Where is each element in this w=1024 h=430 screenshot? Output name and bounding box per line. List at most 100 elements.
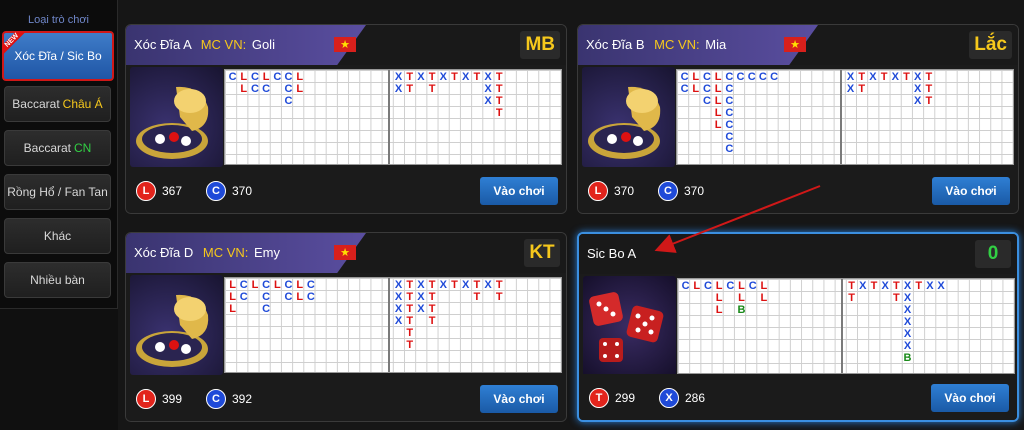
road-mark: B	[903, 352, 912, 364]
road-mark: C	[725, 107, 734, 119]
table-card-sic-bo-a[interactable]: Sic Bo A 0 CLCLLLCLLBCLL TTXTXTTXXXXXXBT…	[577, 232, 1019, 422]
road-column: XXX	[912, 71, 923, 107]
road-mark: C	[725, 143, 734, 155]
card-header: Xóc Đĩa D MC VN: Emy ★ KT	[126, 233, 566, 273]
road-mark: X	[914, 83, 922, 95]
vietnam-flag-icon: ★	[334, 37, 356, 52]
sidebar-item-baccarat-cn[interactable]: Baccarat CN	[4, 130, 111, 166]
road-mark: C	[284, 95, 293, 107]
stat-tai: T 299	[589, 388, 635, 408]
table-name: Xóc Đĩa B MC VN: Mia	[586, 37, 726, 52]
play-button[interactable]: Vào chơi	[480, 177, 558, 205]
vietnam-flag-icon: ★	[784, 37, 806, 52]
table-card-xoc-dia-a[interactable]: Xóc Đĩa A MC VN: Goli ★ MB CLLCCLCCCCCLL…	[125, 24, 567, 214]
road-mark: T	[428, 315, 436, 327]
road-column: C	[735, 71, 746, 155]
sidebar-item-xoc-dia-sic-bo[interactable]: NEW Xóc Đĩa / Sic Bo	[2, 31, 114, 81]
road-column: LL	[690, 71, 701, 155]
road-mark: X	[394, 291, 403, 303]
road-mark: X	[394, 303, 403, 315]
table-card-xoc-dia-d[interactable]: Xóc Đĩa D MC VN: Emy ★ KT LLLCCLCCCLCCLL…	[125, 232, 567, 422]
card-header: Xóc Đĩa B MC VN: Mia ★ Lắc	[578, 25, 1018, 65]
road-mark: T	[915, 280, 923, 292]
road-mark: X	[439, 71, 448, 83]
road-column: C	[769, 71, 780, 155]
road-mark: L	[229, 303, 236, 315]
road-mark: T	[495, 83, 503, 95]
play-button[interactable]: Vào chơi	[480, 385, 558, 413]
road-column: X	[857, 280, 868, 364]
road-column: C	[702, 280, 713, 316]
road-mark: T	[495, 95, 503, 107]
road-mark: X	[417, 303, 425, 315]
chan-count: 370	[232, 184, 253, 198]
sidebar-item-label: Baccarat	[12, 97, 60, 111]
sidebar-item-label: Nhiều bàn	[30, 273, 85, 287]
sidebar-item-baccarat-chau-a[interactable]: Baccarat Châu Á	[4, 86, 111, 122]
road-column: LL	[294, 71, 305, 107]
sidebar-item-rong-ho-fan-tan[interactable]: Rồng Hổ / Fan Tan	[4, 174, 111, 210]
road-column: X	[415, 71, 426, 119]
road-column: LLL	[714, 280, 725, 316]
road-mark: C	[702, 83, 711, 95]
road-column: L	[691, 280, 702, 316]
road-column: LLLLL	[713, 71, 724, 155]
road-board: CCLLCCCLLLLLCCCCCCCCCCC XXTTXTXTXXXTTT	[676, 69, 1014, 165]
stat-chan: C 370	[658, 181, 704, 201]
table-name: Xóc Đĩa D MC VN: Emy	[134, 245, 280, 260]
xiu-count: 286	[685, 391, 706, 405]
chan-count: 370	[684, 184, 705, 198]
game-category-sidebar: Loại trò chơi NEW Xóc Đĩa / Sic Bo Bacca…	[0, 0, 118, 430]
road-mark: T	[892, 280, 900, 292]
sidebar-item-khac[interactable]: Khác	[4, 218, 111, 254]
road-column: TTTTTT	[404, 279, 415, 351]
play-button[interactable]: Vào chơi	[932, 177, 1010, 205]
road-mark: L	[760, 280, 768, 292]
road-mark: C	[726, 280, 735, 292]
road-column: CCC	[701, 71, 712, 155]
road-mark: X	[484, 71, 492, 83]
road-mark: C	[306, 279, 315, 291]
road-column: LC	[261, 71, 272, 107]
chan-count: 392	[232, 392, 253, 406]
road-mark: T	[451, 71, 458, 83]
sidebar-footer	[0, 308, 118, 430]
le-count: 370	[614, 184, 635, 198]
card-header: Xóc Đĩa A MC VN: Goli ★ MB	[126, 25, 566, 65]
road-column: X	[890, 71, 901, 107]
road-mark: T	[473, 279, 481, 291]
road-mark: L	[692, 83, 700, 95]
road-column: X	[483, 279, 494, 351]
road-mark: T	[428, 303, 436, 315]
sidebar-item-nhieu-ban[interactable]: Nhiều bàn	[4, 262, 111, 298]
road-column: TTT	[923, 71, 934, 107]
road-mark: L	[738, 292, 745, 304]
road-column: CC	[679, 71, 690, 155]
road-mark: X	[914, 71, 922, 83]
road-column: CCCCCCC	[724, 71, 735, 155]
road-mark: C	[748, 280, 757, 292]
new-badge: NEW	[2, 31, 32, 61]
road-column: X	[438, 71, 449, 119]
road-mark: X	[462, 279, 470, 291]
road-column: XXX	[483, 71, 494, 119]
road-column: C	[227, 71, 238, 107]
road-column: CCC	[283, 71, 294, 107]
road-board: CLCLLLCLLBCLL TTXTXTTXXXXXXBTXX	[677, 278, 1015, 374]
road-column: L	[272, 279, 283, 315]
table-title: Xóc Đĩa D	[134, 245, 194, 260]
road-mark: T	[858, 71, 866, 83]
road-mark: X	[937, 280, 945, 292]
stat-chan: C 370	[206, 181, 252, 201]
play-button[interactable]: Vào chơi	[931, 384, 1009, 412]
road-mark: T	[406, 83, 414, 95]
road-mark: X	[394, 315, 403, 327]
road-column: T	[901, 71, 912, 107]
stat-chan: C 392	[206, 389, 252, 409]
road-mark: L	[296, 291, 304, 303]
road-mark: C	[770, 71, 779, 83]
road-mark: X	[914, 95, 922, 107]
road-mark: T	[858, 83, 866, 95]
table-card-xoc-dia-b[interactable]: Xóc Đĩa B MC VN: Mia ★ Lắc CCLLCCCLLLLLC…	[577, 24, 1019, 214]
road-column: TT	[471, 279, 482, 351]
